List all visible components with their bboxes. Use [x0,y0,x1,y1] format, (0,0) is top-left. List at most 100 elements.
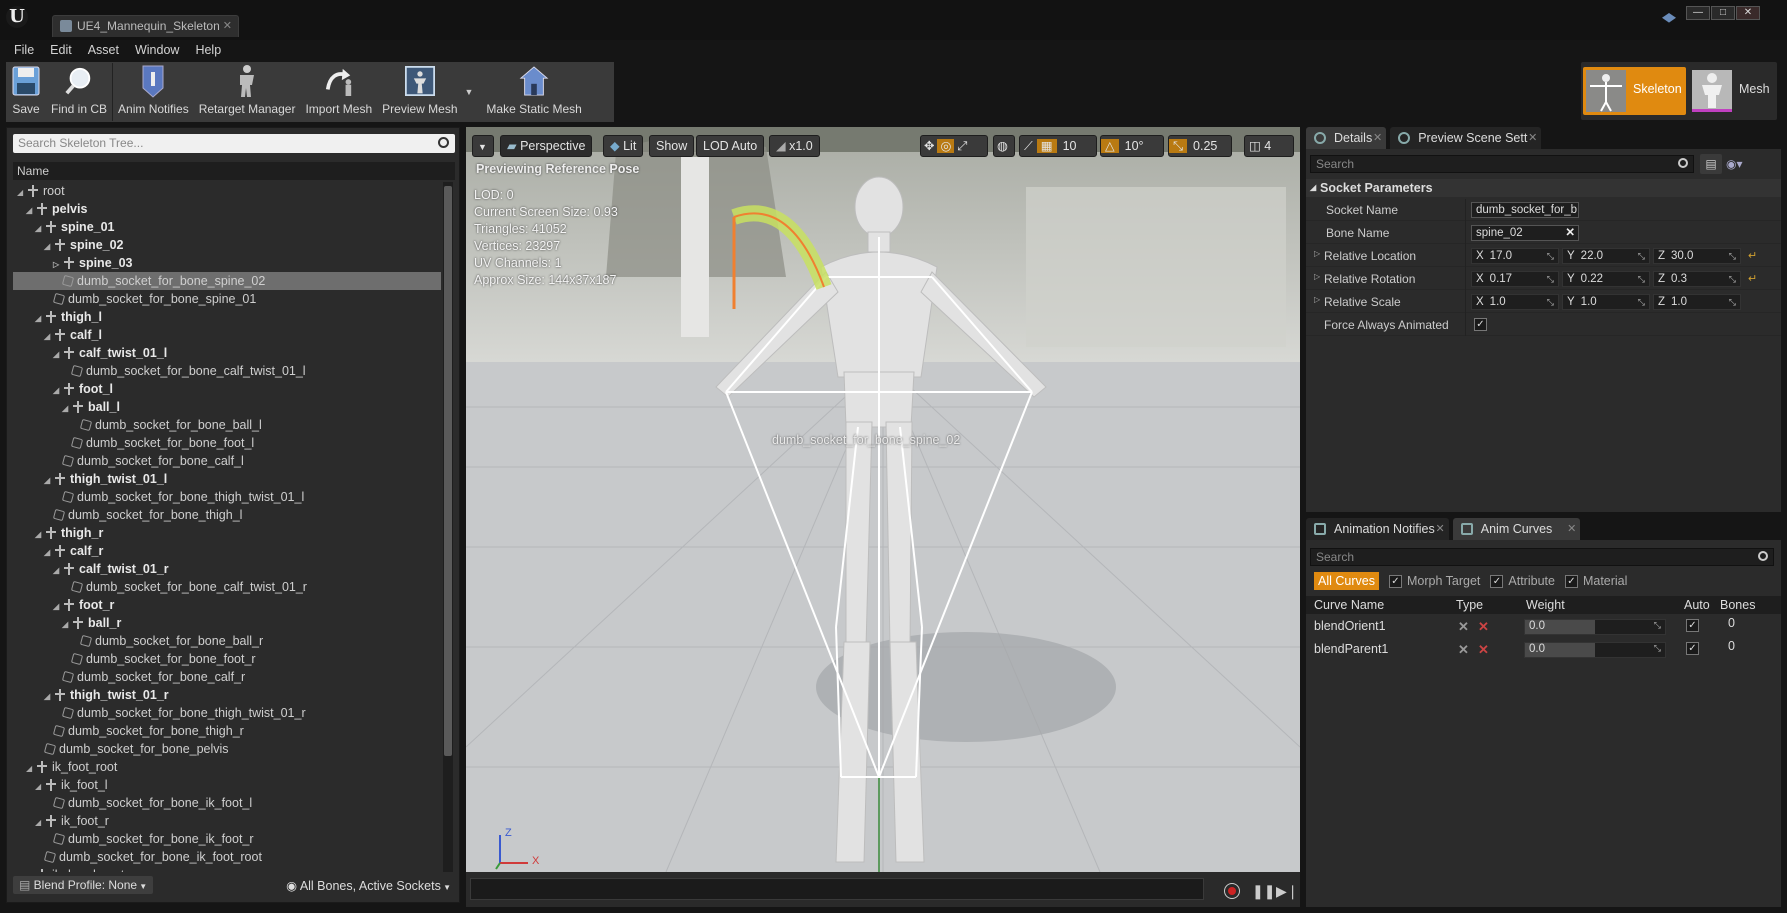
force-always-animated-checkbox[interactable]: ✓ [1474,318,1487,331]
pause-button[interactable]: ❚❚ [1252,883,1275,899]
save-button[interactable]: Save [6,62,46,122]
step-forward-button[interactable]: ▶❘ [1276,883,1299,899]
show-button[interactable]: Show [649,135,695,157]
close-tab-icon[interactable]: ✕ [1528,127,1537,149]
bone-tree-item[interactable]: ◢ thigh_twist_01_l [13,470,441,488]
bone-name-field[interactable]: spine_02 ✕ [1471,225,1579,241]
menu-edit[interactable]: Edit [42,40,80,60]
bone-tree-item[interactable]: ▷ spine_03 [13,254,441,272]
bone-tree-item[interactable]: ◢ ik_hand_root [13,866,441,872]
scale-icon[interactable]: ⤢ [954,139,970,153]
preview-mesh-button[interactable]: Preview Mesh [377,62,462,122]
socket-tree-item[interactable]: dumb_socket_for_bone_spine_02 [13,272,441,290]
viewport-options-button[interactable]: ▼ [472,135,494,157]
morph-type-icon[interactable]: ✕ [1458,620,1470,633]
source-control-icon[interactable] [1662,13,1676,23]
socket-tree-item[interactable]: dumb_socket_for_bone_ball_r [13,632,441,650]
table-row[interactable]: blendParent1 ✕ ✕ 0.0 ⤡ ✓ 0 [1306,639,1781,661]
filter-all-curves[interactable]: All Curves [1314,572,1379,590]
bone-tree-item[interactable]: ◢ calf_twist_01_r [13,560,441,578]
skeleton-mode-button[interactable]: Skeleton [1583,67,1686,115]
expand-arrow-icon[interactable]: ▷ [1314,272,1320,281]
socket-tree-item[interactable]: dumb_socket_for_bone_thigh_twist_01_l [13,488,441,506]
filter-attribute[interactable]: ✓ Attribute [1490,572,1555,590]
socket-tree-item[interactable]: dumb_socket_for_bone_ik_foot_l [13,794,441,812]
bone-tree-item[interactable]: ◢ ball_l [13,398,441,416]
table-row[interactable]: blendOrient1 ✕ ✕ 0.0 ⤡ ✓ 0 [1306,616,1781,638]
scale-z-field[interactable]: Z 1.0 ⤡ [1653,294,1741,310]
col-curve-name[interactable]: Curve Name [1314,598,1384,612]
socket-tree-item[interactable]: dumb_socket_for_bone_ik_foot_r [13,830,441,848]
col-weight[interactable]: Weight [1526,598,1565,612]
menu-help[interactable]: Help [187,40,229,60]
bone-tree-item[interactable]: ◢ root [13,182,441,200]
weight-slider[interactable]: 0.0 ⤡ [1524,619,1666,635]
socket-tree-item[interactable]: dumb_socket_for_bone_foot_r [13,650,441,668]
bone-tree-item[interactable]: ◢ thigh_l [13,308,441,326]
bone-tree-item[interactable]: ◢ spine_01 [13,218,441,236]
menu-asset[interactable]: Asset [80,40,127,60]
filter-morph-target[interactable]: ✓ Morph Target [1388,572,1480,590]
view-options-eye-icon[interactable]: ◉▾ [1726,154,1756,174]
bone-tree-item[interactable]: ◢ ik_foot_l [13,776,441,794]
socket-tree-item[interactable]: dumb_socket_for_bone_ball_l [13,416,441,434]
location-z-field[interactable]: Z 30.0 ⤡ [1653,248,1741,264]
scale-x-field[interactable]: X 1.0 ⤡ [1471,294,1559,310]
material-checkbox[interactable]: ✓ [1564,575,1578,588]
socket-tree-item[interactable]: dumb_socket_for_bone_thigh_l [13,506,441,524]
bone-tree-item[interactable]: ◢ thigh_r [13,524,441,542]
close-window-button[interactable]: ✕ [1736,6,1760,20]
auto-checkbox[interactable]: ✓ [1686,619,1699,632]
bone-tree-item[interactable]: ◢ foot_l [13,380,441,398]
attribute-checkbox[interactable]: ✓ [1490,575,1504,588]
find-in-cb-button[interactable]: Find in CB [46,62,112,122]
preview-mesh-dropdown[interactable]: ▼ [463,62,476,122]
close-tab-icon[interactable]: ✕ [1373,127,1382,149]
reset-to-default-icon[interactable]: ↵ [1748,272,1757,285]
material-type-icon[interactable]: ✕ [1478,643,1490,656]
bone-tree-item[interactable]: ◢ foot_r [13,596,441,614]
lod-button[interactable]: LOD Auto [696,135,765,157]
mesh-mode-button[interactable]: Mesh [1689,67,1777,115]
socket-tree-item[interactable]: dumb_socket_for_bone_spine_01 [13,290,441,308]
tree-column-header[interactable]: Name [13,162,455,180]
retarget-manager-button[interactable]: Retarget Manager [194,62,301,122]
property-matrix-button[interactable]: ▤ [1700,154,1722,174]
skeleton-tree-search-input[interactable]: Search Skeleton Tree... [13,134,455,153]
camera-speed-button[interactable]: ◫ 4 [1244,135,1294,157]
bone-tree-item[interactable]: ◢ pelvis [13,200,441,218]
socket-tree-item[interactable]: dumb_socket_for_bone_foot_l [13,434,441,452]
tree-scrollbar-thumb[interactable] [444,186,452,756]
expand-arrow-icon[interactable]: ◢ [26,868,36,872]
socket-tree-item[interactable]: dumb_socket_for_bone_thigh_twist_01_r [13,704,441,722]
auto-checkbox[interactable]: ✓ [1686,642,1699,655]
bone-tree-item[interactable]: ◢ ik_foot_root [13,758,441,776]
col-type[interactable]: Type [1456,598,1483,612]
socket-tree-item[interactable]: dumb_socket_for_bone_calf_twist_01_l [13,362,441,380]
details-column-divider[interactable] [1465,199,1466,336]
bone-tree-item[interactable]: ◢ ik_foot_r [13,812,441,830]
document-tab[interactable]: UE4_Mannequin_Skeleton ✕ [52,15,239,37]
bone-tree-item[interactable]: ◢ spine_02 [13,236,441,254]
close-tab-icon[interactable]: ✕ [223,16,232,36]
bone-tree-item[interactable]: ◢ calf_l [13,326,441,344]
clear-icon[interactable]: ✕ [1565,226,1575,240]
rotation-snap-icon[interactable]: △ [1101,139,1119,153]
bones-filter-dropdown[interactable]: ◉ All Bones, Active Sockets ▼ [286,878,455,893]
scale-y-field[interactable]: Y 1.0 ⤡ [1562,294,1650,310]
socket-parameters-header[interactable]: ◢ Socket Parameters [1306,179,1781,197]
col-bones[interactable]: Bones [1720,598,1755,612]
col-auto[interactable]: Auto [1684,598,1710,612]
bone-tree-item[interactable]: ◢ calf_r [13,542,441,560]
rotation-x-field[interactable]: X 0.17 ⤡ [1471,271,1559,287]
reset-to-default-icon[interactable]: ↵ [1748,249,1757,262]
socket-tree-item[interactable]: dumb_socket_for_bone_calf_r [13,668,441,686]
close-tab-icon[interactable]: ✕ [1567,518,1576,540]
socket-tree-item[interactable]: dumb_socket_for_bone_pelvis [13,740,441,758]
grid-snap-icon[interactable]: ▦ [1036,139,1057,153]
socket-name-field[interactable]: dumb_socket_for_b [1471,202,1579,218]
tab-details[interactable]: Details ✕ [1306,127,1387,149]
grid-size-value[interactable]: 10 [1057,139,1083,153]
blend-profile-dropdown[interactable]: ▤ Blend Profile: None ▼ [13,876,154,894]
location-x-field[interactable]: X 17.0 ⤡ [1471,248,1559,264]
